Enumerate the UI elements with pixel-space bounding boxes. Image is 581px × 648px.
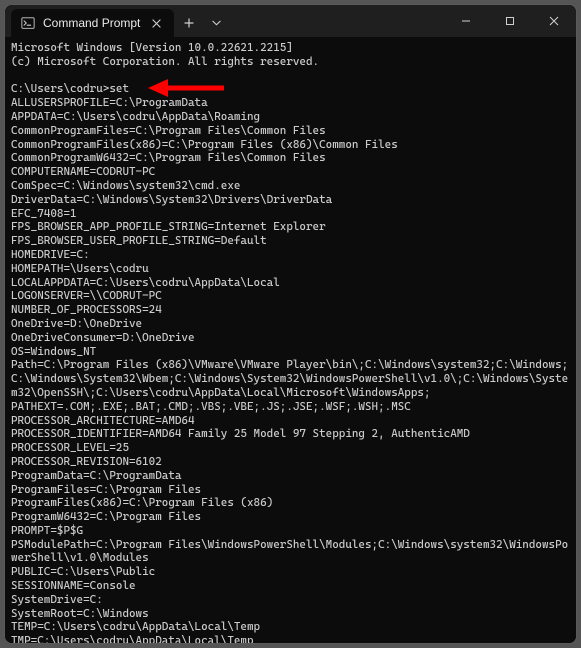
new-tab-button[interactable] [174, 9, 204, 37]
env-output: ALLUSERSPROFILE=C:\ProgramData APPDATA=C… [11, 96, 568, 643]
maximize-button[interactable] [488, 5, 532, 37]
command-text: set [109, 82, 129, 95]
prompt-line: C:\Users\codru>set [11, 82, 129, 95]
tab-dropdown-button[interactable] [204, 9, 228, 37]
titlebar[interactable]: Command Prompt [5, 5, 576, 37]
console-header-line: Microsoft Windows [Version 10.0.22621.22… [11, 41, 293, 54]
close-button[interactable] [532, 5, 576, 37]
tab-command-prompt[interactable]: Command Prompt [11, 9, 174, 37]
terminal-window: Command Prompt Microsoft Windows [Versio… [4, 4, 577, 644]
titlebar-drag-region[interactable] [228, 5, 444, 37]
tab-title: Command Prompt [43, 16, 140, 30]
cmd-icon [21, 16, 35, 30]
tab-close-button[interactable] [148, 15, 164, 31]
minimize-button[interactable] [444, 5, 488, 37]
prompt-text: C:\Users\codru> [11, 82, 109, 95]
console-output[interactable]: Microsoft Windows [Version 10.0.22621.22… [5, 37, 576, 643]
console-header-line: (c) Microsoft Corporation. All rights re… [11, 55, 319, 68]
